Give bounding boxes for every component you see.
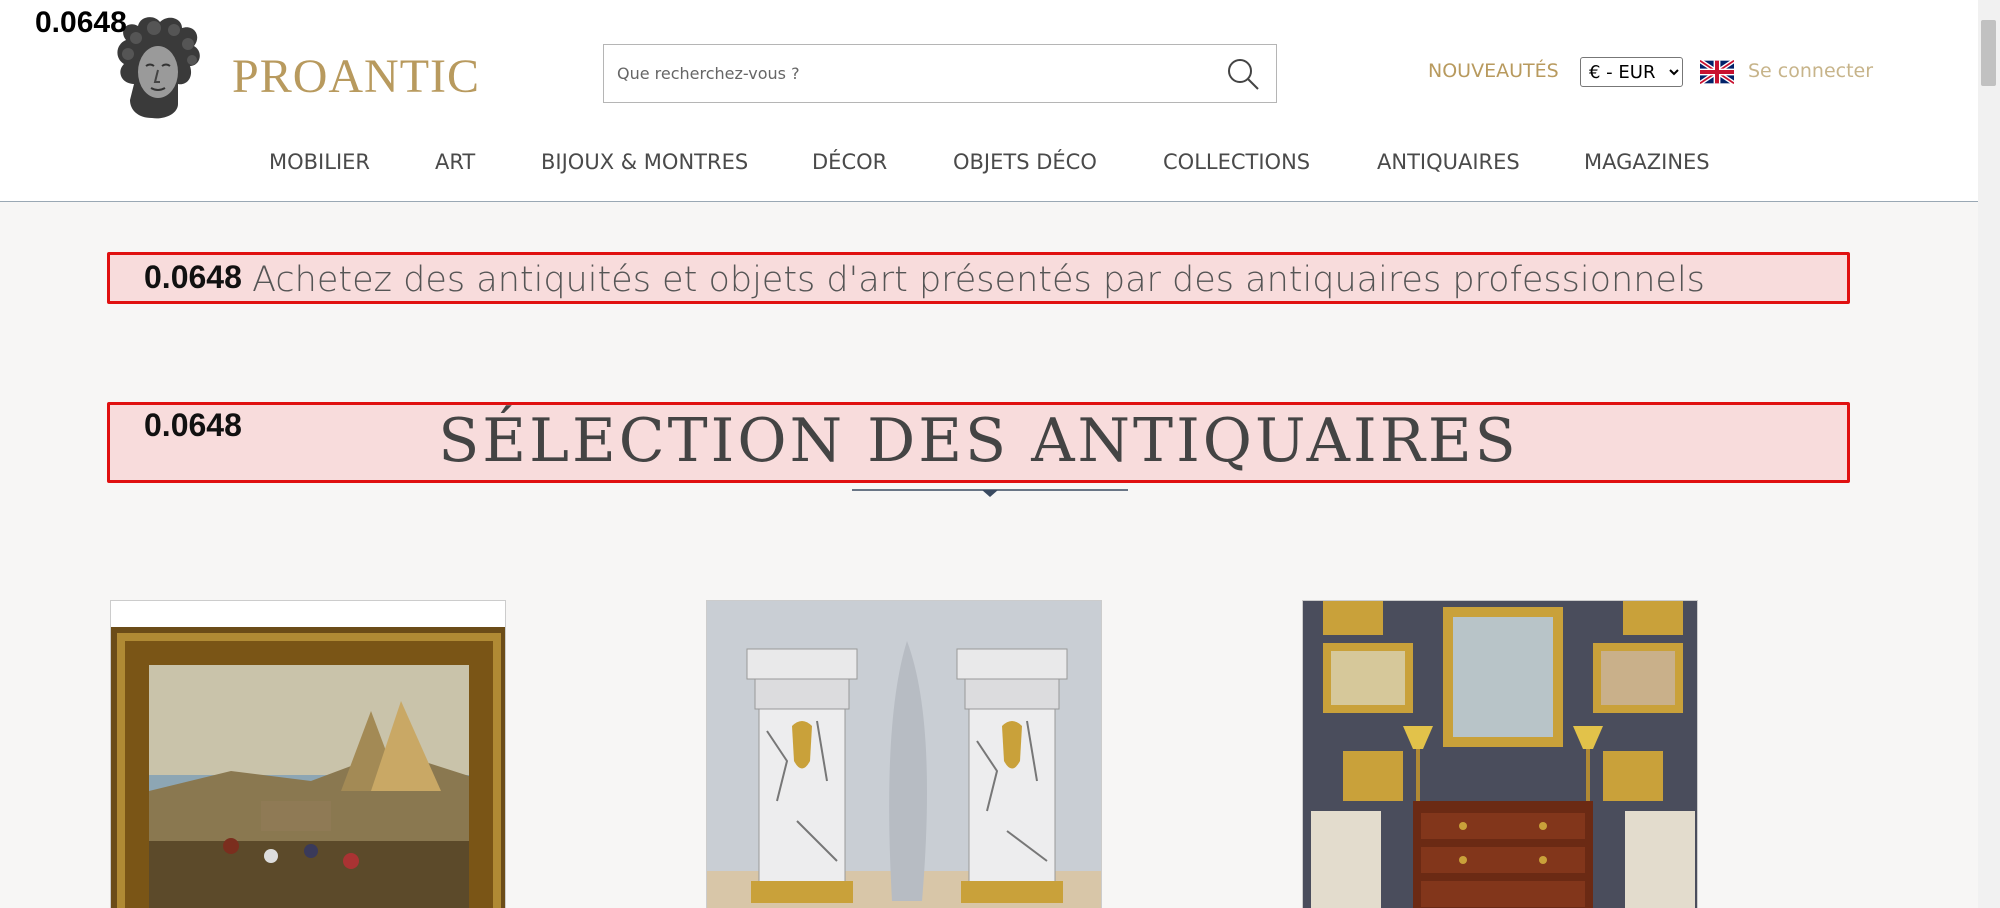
tagline-banner: 0.0648 Achetez des antiquités et objets … (107, 252, 1850, 304)
landscape-painting-image (111, 601, 505, 908)
debug-score-label: 0.0648 (35, 6, 127, 39)
search-input[interactable] (604, 45, 1204, 102)
product-card-marble-pedestals[interactable] (706, 600, 1102, 908)
nav-item-mobilier[interactable]: MOBILIER (269, 150, 370, 174)
search-icon (1228, 59, 1259, 90)
title-underline-divider (852, 489, 1128, 497)
tagline-text: Achetez des antiquités et objets d'art p… (252, 260, 1705, 300)
product-card-painting[interactable] (110, 600, 506, 908)
login-link[interactable]: Se connecter (1748, 60, 1873, 82)
section-title: SÉLECTION DES ANTIQUAIRES (438, 406, 1519, 476)
nav-item-art[interactable]: ART (435, 150, 475, 174)
main-nav: MOBILIER ART BIJOUX & MONTRES DÉCOR OBJE… (0, 150, 1978, 180)
section-title-banner: 0.0648 SÉLECTION DES ANTIQUAIRES (107, 402, 1850, 483)
gallery-interior-image (1303, 601, 1697, 908)
nav-item-objets-deco[interactable]: OBJETS DÉCO (953, 150, 1097, 174)
nav-item-magazines[interactable]: MAGAZINES (1584, 150, 1710, 174)
search-button[interactable] (1226, 57, 1260, 91)
logo-link[interactable]: PROANTIC (108, 14, 480, 122)
new-arrivals-link[interactable]: NOUVEAUTÉS (1428, 60, 1559, 82)
search-bar (603, 44, 1277, 103)
nav-item-collections[interactable]: COLLECTIONS (1163, 150, 1310, 174)
site-header: PROANTIC 0.0648 NOUVEAUTÉS € - EUR Se co… (0, 0, 1978, 202)
nav-item-decor[interactable]: DÉCOR (812, 150, 887, 174)
brand-name: PROANTIC (232, 49, 481, 103)
scrollbar-track[interactable] (1978, 0, 2000, 908)
uk-flag-icon[interactable] (1698, 58, 1736, 86)
currency-select[interactable]: € - EUR (1580, 57, 1683, 87)
scrollbar-thumb[interactable] (1981, 20, 1996, 86)
nav-item-bijoux-montres[interactable]: BIJOUX & MONTRES (541, 150, 748, 174)
marble-pedestals-image (707, 601, 1101, 908)
nav-item-antiquaires[interactable]: ANTIQUAIRES (1377, 150, 1520, 174)
product-card-gallery-interior[interactable] (1302, 600, 1698, 908)
